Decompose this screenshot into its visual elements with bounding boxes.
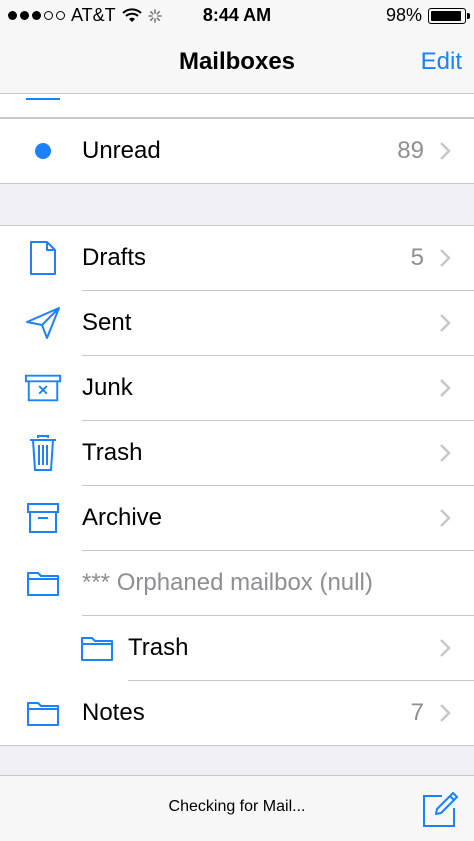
mailbox-count: 89 [397,137,424,164]
mailbox-row-nested-trash[interactable]: Trash [0,616,474,681]
mailbox-row-sent[interactable]: Sent [0,291,474,356]
archive-box-icon [24,500,62,536]
folder-icon [24,695,62,731]
bottom-toolbar: Checking for Mail... [0,775,474,841]
mailbox-label: Junk [82,374,133,401]
page-title: Mailboxes [178,48,296,75]
junk-bin-icon [24,370,62,406]
mailbox-row-orphaned: *** Orphaned mailbox (null) [0,551,474,616]
hidden-row-peek [0,94,474,118]
mailbox-row-unread[interactable]: Unread 89 [0,119,474,184]
mailbox-count: 5 [410,244,424,271]
mailbox-row-junk[interactable]: Junk [0,356,474,421]
mailbox-label: Archive [82,504,163,531]
mailbox-label: Sent [82,309,132,336]
mailbox-label: *** Orphaned mailbox (null) [82,569,373,596]
battery-percent: 98% [385,5,422,25]
compose-icon[interactable] [420,790,460,830]
chevron-right-icon [440,509,451,527]
mailbox-row-notes[interactable]: Notes 7 [0,681,474,746]
mailbox-label: Trash [128,634,189,661]
mailbox-count: 7 [410,699,424,726]
mailbox-label: Trash [82,439,143,466]
mailbox-label: Notes [82,699,145,726]
chevron-right-icon [440,142,451,160]
chevron-right-icon [440,704,451,722]
navigation-bar: Mailboxes Edit [0,30,474,94]
mailbox-label: Unread [82,137,161,164]
edit-button[interactable]: Edit [421,48,462,76]
mailbox-row-archive[interactable]: Archive [0,486,474,551]
chevron-right-icon [440,249,451,267]
trash-icon [24,435,62,471]
chevron-right-icon [440,314,451,332]
battery-icon [428,7,470,24]
chevron-right-icon [440,639,451,657]
status-bar: AT&T 8:44 AM 98% [0,0,474,30]
mail-status-text: Checking for Mail... [168,798,306,815]
mailbox-row-trash[interactable]: Trash [0,421,474,486]
smart-mailboxes-group: Unread 89 [0,118,474,184]
chevron-right-icon [440,444,451,462]
mailbox-label: Drafts [82,244,147,271]
chevron-right-icon [440,379,451,397]
mailboxes-group: Drafts 5 Sent Junk Trash Archive *** Orp… [0,225,474,746]
document-icon [24,240,62,276]
paper-plane-icon [24,305,62,341]
mailbox-row-drafts[interactable]: Drafts 5 [0,226,474,291]
folder-icon [24,565,62,601]
unread-dot-icon [24,133,62,169]
folder-icon [78,630,116,666]
